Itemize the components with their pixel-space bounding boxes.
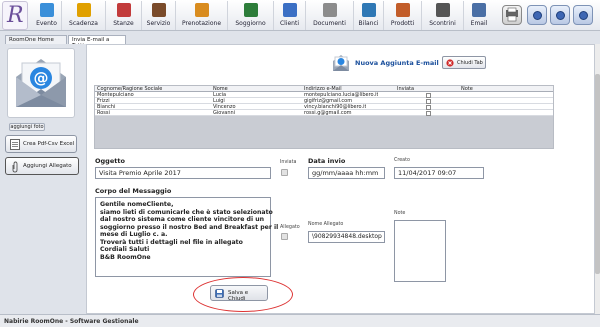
create-pdf-csv-excel-button[interactable]: Crea Pdf-Csv Excel — [5, 135, 77, 153]
minimize-button[interactable] — [550, 5, 570, 25]
toolbar-documenti-button[interactable]: Documenti — [306, 1, 354, 30]
email-icon — [472, 3, 486, 17]
footer-text: Nabirie RoomOne - Software Gestionale — [4, 318, 139, 325]
toolbar-prenotazione-button[interactable]: Prenotazione — [176, 1, 228, 30]
sent-checkbox[interactable] — [426, 111, 431, 116]
recipients-table: Cognome/Ragione Sociale Nome Indirizzo e… — [94, 85, 554, 149]
toolbar-stanze-button[interactable]: Stanze — [106, 1, 142, 30]
toolbar-email-button[interactable]: Email — [464, 1, 494, 30]
balance-icon — [361, 3, 376, 17]
attachment-name-label: Nome Allegato — [308, 222, 344, 227]
rooms-icon — [116, 3, 131, 17]
sent-checkbox[interactable] — [281, 169, 288, 176]
sent-label: Inviata — [280, 160, 297, 165]
subject-label: Oggetto — [95, 157, 125, 165]
receipts-icon — [435, 3, 450, 17]
tab-roomone-home[interactable]: RoomOne Home — [5, 35, 67, 44]
products-icon — [395, 3, 410, 17]
scrollbar-thumb[interactable] — [595, 74, 600, 274]
close-tab-button[interactable]: Chiudi Tab — [442, 56, 486, 69]
clients-icon — [282, 3, 297, 17]
stay-icon — [243, 3, 258, 17]
toolbar-scontrini-button[interactable]: Scontrini — [422, 1, 464, 30]
toolbar-prodotti-button[interactable]: Prodotti — [384, 1, 422, 30]
toolbar-servizio-button[interactable]: Servizio — [142, 1, 176, 30]
new-email-icon — [333, 55, 349, 71]
email-large-icon: @ — [7, 48, 75, 118]
toolbar-soggiorno-button[interactable]: Soggiorno — [228, 1, 274, 30]
send-date-input[interactable]: gg/mm/aaaa hh:mm — [308, 167, 385, 179]
vertical-scrollbar[interactable] — [595, 44, 600, 314]
created-label: Creato — [394, 158, 410, 163]
attachment-checkbox[interactable] — [281, 233, 288, 240]
settings-icon — [533, 11, 542, 20]
body-label: Corpo del Messaggio — [95, 187, 172, 195]
toolbar-bilanci-button[interactable]: Bilanci — [354, 1, 384, 30]
send-date-label: Data invio — [308, 157, 346, 165]
power-button[interactable] — [573, 5, 593, 25]
close-icon — [446, 59, 454, 67]
settings-button[interactable] — [527, 5, 547, 25]
svg-text:@: @ — [34, 69, 49, 87]
table-row[interactable]: Rossi Giovanni rossi.g@gmail.com — [95, 110, 553, 116]
event-icon — [39, 3, 54, 17]
save-and-close-button[interactable]: Salva e Chiudi — [210, 285, 268, 302]
toolbar-clienti-button[interactable]: Clienti — [274, 1, 306, 30]
created-field: 11/04/2017 09:07 — [394, 167, 484, 179]
documents-icon — [322, 3, 337, 17]
subject-input[interactable]: Visita Premio Aprile 2017 — [95, 167, 271, 179]
attachment-label: Allegato — [280, 225, 300, 230]
toolbar-scadenza-button[interactable]: Scadenza — [62, 1, 106, 30]
left-panel: @ aggiungi foto Crea Pdf-Csv Excel Aggiu… — [0, 44, 84, 314]
form-title: Nuova Aggiunta E-mail — [355, 59, 439, 67]
paperclip-icon — [12, 161, 18, 173]
message-body-textarea[interactable]: Gentile nomeCliente, siamo lieti di comu… — [95, 197, 278, 277]
main-toolbar: R Evento Scadenza Stanze Servizio Prenot… — [0, 0, 600, 31]
save-icon — [215, 289, 224, 298]
deadline-icon — [76, 3, 91, 17]
minimize-icon — [556, 11, 565, 20]
status-bar: Nabirie RoomOne - Software Gestionale — [0, 314, 600, 327]
service-icon — [151, 3, 166, 17]
printer-button[interactable] — [502, 5, 522, 25]
excel-icon — [10, 139, 20, 150]
toolbar-evento-button[interactable]: Evento — [32, 1, 62, 30]
app-logo: R — [2, 1, 28, 30]
notes-label: Note — [394, 211, 406, 216]
tab-bar: RoomOne Home Invia E-mail a Tutti — [0, 33, 600, 49]
upload-photo-button[interactable]: aggiungi foto — [9, 123, 45, 131]
printer-icon — [506, 7, 518, 22]
booking-icon — [194, 3, 209, 17]
power-icon — [579, 11, 588, 20]
notes-textarea[interactable] — [394, 220, 446, 282]
add-attachment-button[interactable]: Aggiungi Allegato — [5, 157, 79, 175]
tab-invia-email[interactable]: Invia E-mail a Tutti — [68, 35, 126, 49]
attachment-name-input[interactable]: \90829934848.desktop — [308, 231, 385, 243]
